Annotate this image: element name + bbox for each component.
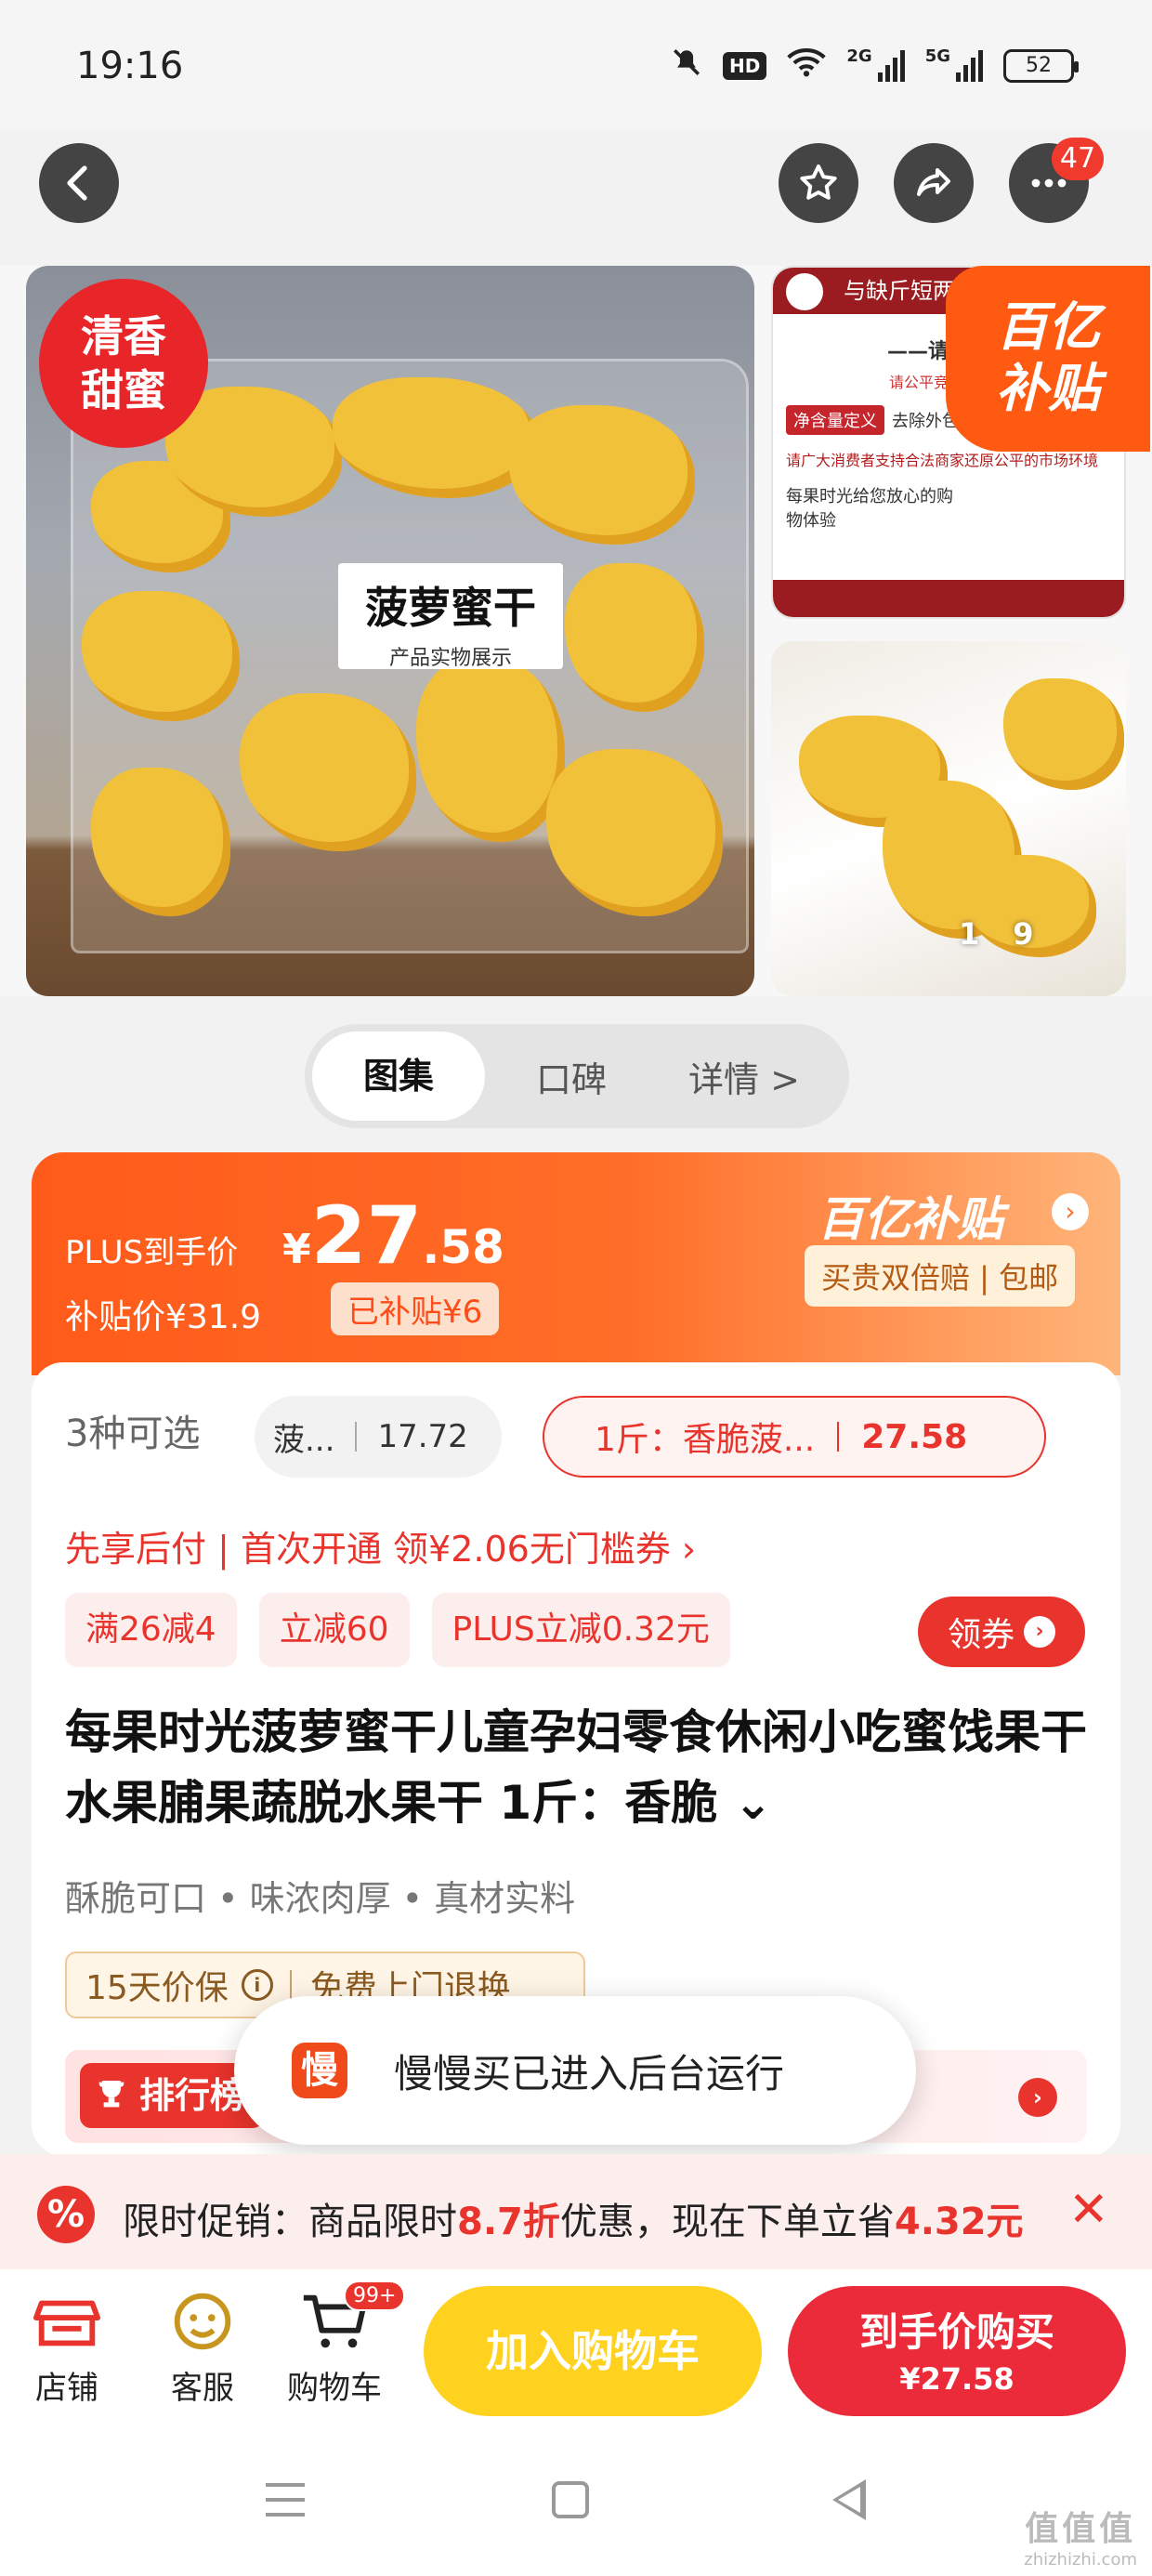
limited-promo-strip: % 限时促销：商品限时8.7折优惠，现在下单立省4.32元 ✕ (0, 2154, 1152, 2269)
get-coupon-button[interactable]: 领券 › (918, 1597, 1085, 1667)
chevron-right-icon[interactable]: › (1018, 2078, 1057, 2117)
status-icons: HD 2G 5G 52 (671, 46, 1079, 85)
product-label-card: 菠萝蜜干 产品实物展示 (338, 563, 563, 670)
status-time: 19:16 (76, 45, 184, 87)
favorite-button[interactable] (779, 143, 858, 223)
promo-text: 限时促销：商品限时8.7折优惠，现在下单立省4.32元 (123, 2201, 1024, 2243)
pay-later-promo[interactable]: 先享后付 | 首次开通 领¥2.06无门槛券 › (65, 1520, 696, 1571)
background-toast: 慢 慢慢买已进入后台运行 (234, 1996, 916, 2145)
shop-button[interactable]: 店铺 (11, 2288, 123, 2408)
tab-details[interactable]: 详情 > (658, 1051, 831, 1102)
discount-chips: 满26减4 立减60 PLUS立减0.32元 (65, 1593, 730, 1667)
content-tabs: 图集 口碑 详情 > (305, 1024, 849, 1128)
watermark: 值值值 zhizhizhi.com (1024, 2510, 1137, 2569)
guarantee-badge: 买贵双倍赔 | 包邮 (805, 1245, 1076, 1307)
image-gallery[interactable]: 清香 甜蜜 菠萝蜜干 产品实物展示 与缺斤短两 ——请认准购 请公平竞争，拒绝 … (0, 266, 1152, 996)
status-bar: 19:16 HD 2G 5G 52 (0, 0, 1152, 130)
option-2-selected[interactable]: 1斤：香脆菠... 27.58 (543, 1396, 1046, 1478)
chevron-left-icon (67, 165, 87, 201)
discount-chip: PLUS立减0.32元 (431, 1593, 730, 1667)
cart-button[interactable]: 购物车 99+ (279, 2280, 406, 2408)
plus-price-label: PLUS到手价 (65, 1234, 239, 1271)
brand-logo-icon (786, 273, 823, 310)
subsidy-brand-logo[interactable]: 百亿补贴 (818, 1182, 1003, 1249)
price-banner: PLUS到手价 ¥27.58 补贴价¥31.9 已补贴¥6 百亿补贴 › 买贵双… (32, 1152, 1120, 1375)
star-icon (800, 164, 837, 200)
shop-icon (33, 2300, 101, 2346)
discount-chip: 立减60 (258, 1593, 410, 1667)
recent-apps-button[interactable] (266, 2483, 305, 2528)
system-back-button[interactable] (832, 2479, 866, 2520)
product-features: 酥脆可口 • 味浓肉厚 • 真材实料 (65, 1878, 576, 1919)
toast-message: 慢慢买已进入后台运行 (394, 2050, 785, 2096)
chevron-right-icon: › (1024, 1616, 1055, 1648)
cart-count-badge: 99+ (344, 2280, 406, 2311)
trophy-icon (98, 2081, 124, 2108)
thumbnail-closeup-image[interactable] (771, 641, 1126, 996)
subsidized-amount: 已补贴¥6 (331, 1282, 500, 1335)
discount-chip: 满26减4 (65, 1593, 237, 1667)
final-price: ¥27.58 (282, 1189, 504, 1282)
network-2g-label: 2G (846, 46, 872, 66)
add-to-cart-button[interactable]: 加入购物车 (424, 2286, 762, 2416)
info-icon[interactable]: i (241, 1969, 273, 2001)
options-count: 3种可选 (65, 1413, 201, 1455)
subsidy-badge: 百亿 补贴 (946, 266, 1150, 452)
system-navigation-bar: 值值值 zhizhizhi.com (0, 2427, 1152, 2576)
message-badge: 47 (1052, 138, 1104, 180)
hd-icon: HD (723, 51, 767, 80)
option-1[interactable]: 菠... 17.72 (255, 1396, 502, 1478)
product-title[interactable]: 每果时光菠萝蜜干儿童孕妇零食休闲小吃蜜饯果干水果脯果蔬脱水果干 1斤：香脆 ⌄ (65, 1697, 1087, 1838)
page-indicator: 1 9 (959, 916, 1034, 952)
share-icon (917, 168, 950, 196)
home-button[interactable] (552, 2481, 589, 2518)
main-product-image[interactable]: 清香 甜蜜 菠萝蜜干 产品实物展示 (26, 266, 754, 996)
close-icon[interactable]: ✕ (1068, 2182, 1109, 2238)
network-5g-label: 5G (924, 46, 950, 66)
buy-now-button[interactable]: 到手价购买 ¥27.58 (788, 2286, 1126, 2416)
signal-1-icon (877, 49, 905, 82)
chevron-right-icon[interactable]: › (1052, 1193, 1089, 1230)
share-button[interactable] (894, 143, 974, 223)
customer-service-icon (174, 2293, 231, 2350)
back-button[interactable] (39, 143, 119, 223)
customer-service-button[interactable]: 客服 (147, 2288, 258, 2408)
wifi-icon (787, 47, 827, 84)
tab-reviews[interactable]: 口碑 (485, 1051, 658, 1102)
mute-icon (671, 46, 702, 85)
manmanmai-app-icon: 慢 (292, 2043, 347, 2098)
signal-2-icon (956, 49, 983, 82)
discount-icon: % (37, 2186, 95, 2243)
fresh-sweet-tag: 清香 甜蜜 (39, 279, 208, 448)
tab-gallery[interactable]: 图集 (312, 1032, 485, 1121)
subsidy-price: 补贴价¥31.9 (65, 1298, 262, 1336)
bottom-action-bar: 店铺 客服 购物车 99+ 加入购物车 到手价购买 ¥27.58 (0, 2269, 1152, 2427)
battery-icon: 52 (1003, 48, 1079, 83)
